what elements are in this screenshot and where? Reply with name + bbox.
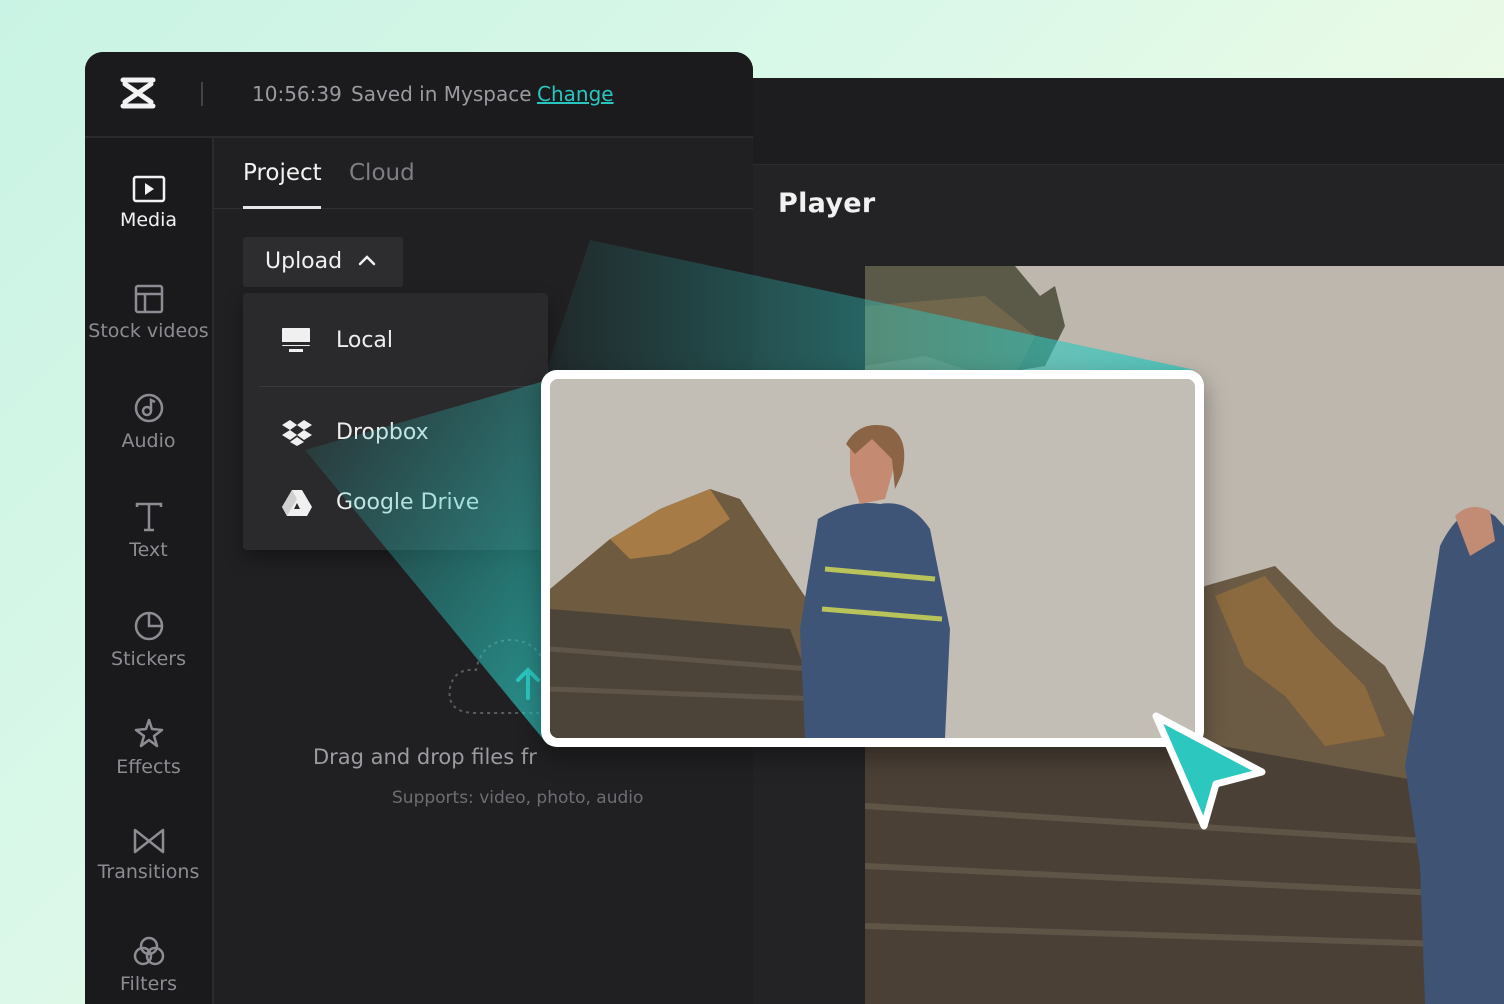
tab-project[interactable]: Project bbox=[243, 160, 322, 186]
sidebar-item-stickers[interactable]: Stickers bbox=[85, 610, 212, 700]
sidebar-item-label: Text bbox=[129, 539, 168, 561]
menu-item-label: Google Drive bbox=[336, 490, 480, 515]
menu-item-label: Local bbox=[336, 328, 394, 353]
sidebar-item-transitions[interactable]: Transitions bbox=[85, 827, 212, 917]
menu-item-google-drive[interactable]: Google Drive bbox=[243, 471, 548, 535]
menu-item-label: Dropbox bbox=[336, 420, 429, 445]
menu-item-dropbox[interactable]: Dropbox bbox=[243, 401, 548, 465]
menu-item-local[interactable]: Local bbox=[243, 309, 548, 373]
sidebar-item-label: Audio bbox=[121, 430, 176, 452]
sidebar-item-effects[interactable]: Effects bbox=[85, 718, 212, 808]
sidebar-item-audio[interactable]: Audio bbox=[85, 392, 212, 482]
filters-icon bbox=[133, 936, 164, 966]
sidebar-item-label: Stickers bbox=[111, 648, 186, 670]
capcut-logo-icon bbox=[120, 77, 156, 109]
text-icon bbox=[135, 502, 162, 532]
sidebar: Media Stock videos Audio Text Stickers E… bbox=[85, 138, 214, 1004]
active-tab-indicator bbox=[243, 206, 321, 209]
player-preview-image[interactable] bbox=[865, 266, 1504, 1004]
dropzone-subtitle: Supports: video, photo, audio bbox=[392, 788, 644, 808]
top-bar: 10:56:39 Saved in Myspace Change bbox=[85, 52, 753, 138]
sidebar-item-label: Effects bbox=[116, 756, 181, 778]
sidebar-item-label: Media bbox=[119, 209, 178, 231]
player-preview-scene bbox=[865, 266, 1504, 1004]
transitions-icon bbox=[133, 828, 164, 854]
upload-button[interactable]: Upload bbox=[243, 237, 403, 287]
effects-icon bbox=[134, 718, 163, 748]
player-toolbar bbox=[720, 78, 1504, 165]
save-time: 10:56:39 bbox=[252, 82, 342, 106]
sidebar-item-stock-videos[interactable]: Stock videos bbox=[85, 284, 212, 374]
upload-menu: Local Dropbox Google Drive bbox=[243, 293, 548, 550]
sidebar-item-filters[interactable]: Filters bbox=[85, 935, 212, 1004]
chevron-up-icon bbox=[358, 255, 376, 266]
media-icon bbox=[132, 175, 165, 203]
stickers-icon bbox=[134, 611, 163, 641]
sidebar-item-label: Stock videos bbox=[88, 320, 209, 342]
player-title: Player bbox=[778, 188, 876, 219]
app-stage: Player 10:56:39 Saved in Myspace Change … bbox=[0, 0, 1504, 1004]
audio-icon bbox=[134, 393, 163, 423]
sidebar-item-text[interactable]: Text bbox=[85, 501, 212, 591]
sidebar-item-label: Transitions bbox=[97, 861, 200, 883]
stock-videos-icon bbox=[134, 284, 163, 314]
header-divider bbox=[201, 82, 203, 106]
player-panel: Player bbox=[720, 78, 1504, 1004]
monitor-icon bbox=[282, 328, 310, 352]
sidebar-item-label: Filters bbox=[120, 973, 177, 995]
dropbox-icon bbox=[282, 420, 312, 446]
cloud-upload-icon bbox=[448, 638, 564, 714]
google-drive-icon bbox=[282, 490, 312, 516]
media-panel: Project Cloud Upload Local Dropbox Googl… bbox=[214, 138, 753, 1004]
menu-divider bbox=[259, 386, 532, 387]
saved-status: Saved in Myspace bbox=[351, 82, 532, 106]
change-location-link[interactable]: Change bbox=[537, 82, 614, 106]
dropzone-title: Drag and drop files fr bbox=[313, 745, 537, 769]
editor-window: 10:56:39 Saved in Myspace Change Media S… bbox=[85, 52, 753, 1004]
upload-button-label: Upload bbox=[265, 249, 343, 274]
tab-cloud[interactable]: Cloud bbox=[349, 160, 415, 186]
sidebar-item-media[interactable]: Media bbox=[85, 175, 212, 265]
